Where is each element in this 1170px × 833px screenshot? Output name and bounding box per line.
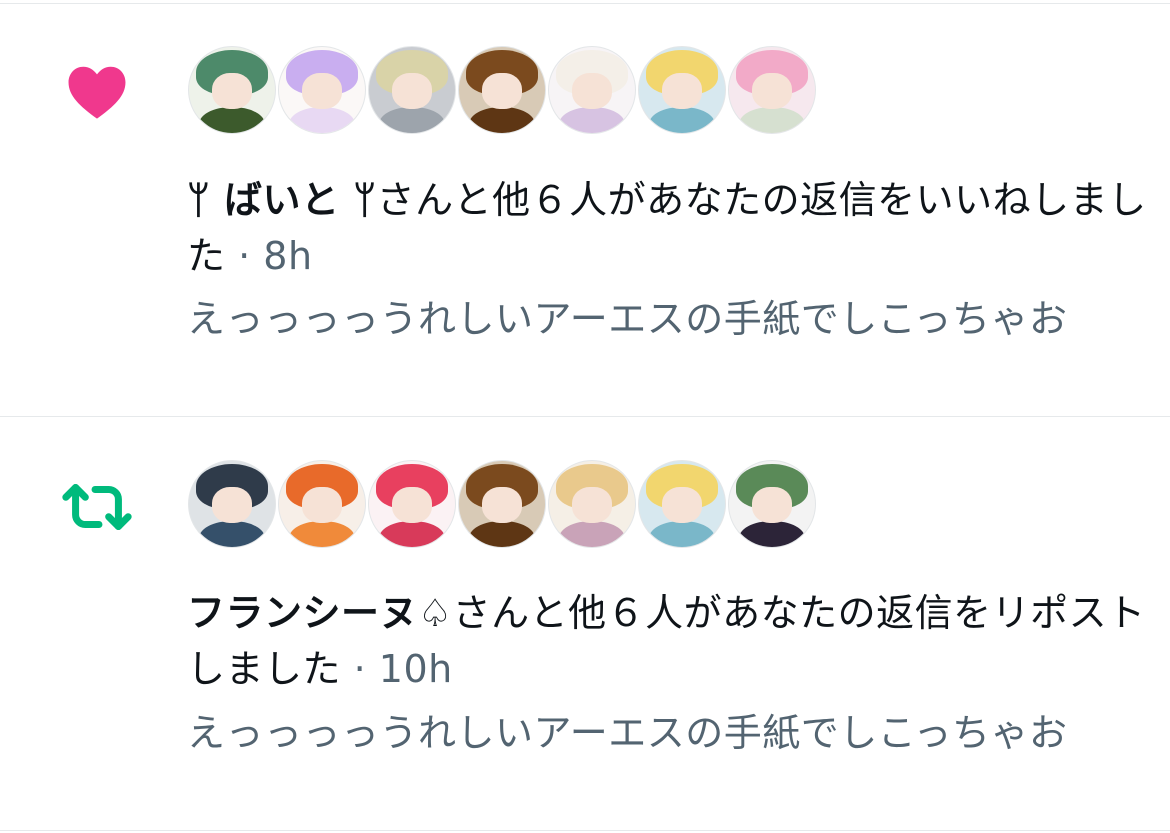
notification-headline[interactable]: フランシーヌ♤さんと他６人があなたの返信をリポストしました · 10h xyxy=(187,585,1147,697)
avatar-face xyxy=(482,486,522,523)
avatar-body xyxy=(739,107,805,133)
timestamp: 10h xyxy=(378,647,453,691)
avatar-body xyxy=(559,107,625,133)
avatar-face xyxy=(572,486,612,523)
heart-icon xyxy=(68,66,126,119)
avatar-4[interactable] xyxy=(458,46,546,134)
avatar-5[interactable] xyxy=(548,460,636,548)
bottom-divider xyxy=(0,830,1170,831)
avatar-face xyxy=(392,486,432,523)
avatar-body xyxy=(559,521,625,547)
avatar-4[interactable] xyxy=(458,460,546,548)
avatar-face xyxy=(212,486,252,523)
avatar-face xyxy=(662,72,702,109)
avatar-body xyxy=(739,521,805,547)
avatar-7[interactable] xyxy=(728,460,816,548)
notification-repost[interactable]: フランシーヌ♤さんと他６人があなたの返信をリポストしました · 10h えっっっ… xyxy=(0,417,1170,829)
reply-snippet[interactable]: えっっっっうれしいアーエスの手紙でしこっちゃお xyxy=(187,291,1147,347)
notification-headline[interactable]: ᛘ ばいと ᛘさんと他６人があなたの返信をいいねしました · 8h xyxy=(187,172,1147,284)
separator: · xyxy=(225,234,264,278)
avatar-body xyxy=(199,521,265,547)
avatar-body xyxy=(469,107,535,133)
repost-icon-cell xyxy=(60,479,134,535)
avatar-body xyxy=(289,521,355,547)
avatar-1[interactable] xyxy=(188,46,276,134)
avatar-7[interactable] xyxy=(728,46,816,134)
avatar-2[interactable] xyxy=(278,460,366,548)
avatar-5[interactable] xyxy=(548,46,636,134)
actor-name[interactable]: ᛘ ばいと ᛘ xyxy=(187,178,377,222)
avatar-face xyxy=(662,486,702,523)
avatar-6[interactable] xyxy=(638,46,726,134)
avatar-1[interactable] xyxy=(188,460,276,548)
actor-name[interactable]: フランシーヌ♤ xyxy=(187,591,453,635)
avatar-body xyxy=(199,107,265,133)
avatar-body xyxy=(379,107,445,133)
avatar-body xyxy=(649,521,715,547)
avatar-face xyxy=(572,72,612,109)
like-icon-cell xyxy=(60,62,134,120)
avatar-3[interactable] xyxy=(368,460,456,548)
avatar-row xyxy=(188,46,818,134)
timestamp: 8h xyxy=(263,234,313,278)
avatar-body xyxy=(289,107,355,133)
notification-like[interactable]: ᛘ ばいと ᛘさんと他６人があなたの返信をいいねしました · 8h えっっっっう… xyxy=(0,0,1170,416)
avatar-face xyxy=(752,72,792,109)
avatar-face xyxy=(482,72,522,109)
avatar-face xyxy=(212,72,252,109)
avatar-face xyxy=(302,72,342,109)
avatar-body xyxy=(379,521,445,547)
avatar-body xyxy=(469,521,535,547)
reply-snippet[interactable]: えっっっっうれしいアーエスの手紙でしこっちゃお xyxy=(187,705,1147,761)
avatar-face xyxy=(302,486,342,523)
avatar-body xyxy=(649,107,715,133)
avatar-2[interactable] xyxy=(278,46,366,134)
avatar-row xyxy=(188,460,818,548)
avatar-3[interactable] xyxy=(368,46,456,134)
avatar-face xyxy=(752,486,792,523)
repost-icon xyxy=(62,484,132,530)
separator: · xyxy=(341,647,379,691)
avatar-face xyxy=(392,72,432,109)
avatar-6[interactable] xyxy=(638,460,726,548)
